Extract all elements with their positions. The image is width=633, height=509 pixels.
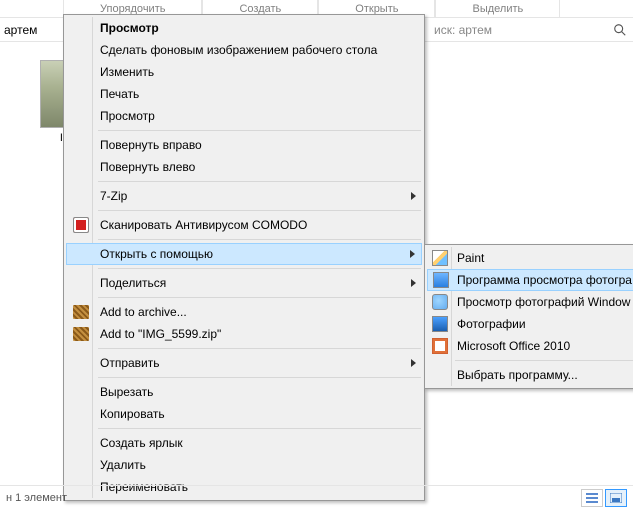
menu-cut[interactable]: Вырезать [66, 381, 422, 403]
photos-icon [432, 316, 448, 332]
menu-separator [98, 210, 421, 211]
menu-separator [98, 377, 421, 378]
submenu-ms-office[interactable]: Microsoft Office 2010 [427, 335, 633, 357]
menu-preview[interactable]: Просмотр [66, 17, 422, 39]
submenu-windows-photo-viewer[interactable]: Просмотр фотографий Window [427, 291, 633, 313]
search-icon [613, 23, 627, 37]
paint-icon [432, 250, 448, 266]
open-with-submenu: Paint Программа просмотра фотогра Просмо… [424, 244, 633, 389]
submenu-choose-program[interactable]: Выбрать программу... [427, 364, 633, 386]
menu-open-with[interactable]: Открыть с помощью [66, 243, 422, 265]
submenu-arrow-icon [411, 279, 416, 287]
search-input[interactable]: иск: артем [428, 19, 633, 41]
submenu-paint[interactable]: Paint [427, 247, 633, 269]
menu-scan-comodo[interactable]: Сканировать Антивирусом COMODO [66, 214, 422, 236]
archive-icon [72, 303, 90, 321]
submenu-arrow-icon [411, 192, 416, 200]
menu-set-wallpaper[interactable]: Сделать фоновым изображением рабочего ст… [66, 39, 422, 61]
menu-rotate-left[interactable]: Повернуть влево [66, 156, 422, 178]
menu-separator [98, 297, 421, 298]
breadcrumb[interactable]: артем [0, 23, 37, 37]
menu-print[interactable]: Печать [66, 83, 422, 105]
view-details-button[interactable] [581, 489, 603, 507]
tools-icon [432, 294, 448, 310]
submenu-photo-viewer[interactable]: Программа просмотра фотогра [427, 269, 633, 291]
menu-add-to-zip[interactable]: Add to "IMG_5599.zip" [66, 323, 422, 345]
office-icon [432, 338, 448, 354]
menu-send-to[interactable]: Отправить [66, 352, 422, 374]
menu-copy[interactable]: Копировать [66, 403, 422, 425]
menu-delete[interactable]: Удалить [66, 454, 422, 476]
list-view-icon [586, 493, 598, 503]
menu-preview-2[interactable]: Просмотр [66, 105, 422, 127]
comodo-icon [72, 216, 90, 234]
submenu-arrow-icon [410, 250, 415, 258]
menu-separator [98, 239, 421, 240]
ribbon-tab-select[interactable]: Выделить [435, 0, 560, 18]
thumb-view-icon [610, 493, 622, 503]
menu-rotate-right[interactable]: Повернуть вправо [66, 134, 422, 156]
menu-separator [455, 360, 633, 361]
status-text: н 1 элемент [6, 492, 67, 504]
status-bar: н 1 элемент [0, 485, 633, 509]
menu-separator [98, 428, 421, 429]
menu-separator [98, 181, 421, 182]
menu-create-shortcut[interactable]: Создать ярлык [66, 432, 422, 454]
search-placeholder: иск: артем [434, 23, 613, 37]
submenu-photos[interactable]: Фотографии [427, 313, 633, 335]
submenu-arrow-icon [411, 359, 416, 367]
view-thumbnails-button[interactable] [605, 489, 627, 507]
photo-viewer-icon [433, 272, 449, 288]
menu-separator [98, 268, 421, 269]
menu-separator [98, 348, 421, 349]
menu-add-to-archive[interactable]: Add to archive... [66, 301, 422, 323]
archive-icon [72, 325, 90, 343]
menu-edit[interactable]: Изменить [66, 61, 422, 83]
menu-share[interactable]: Поделиться [66, 272, 422, 294]
context-menu: Просмотр Сделать фоновым изображением ра… [63, 14, 425, 501]
menu-7zip[interactable]: 7-Zip [66, 185, 422, 207]
menu-separator [98, 130, 421, 131]
